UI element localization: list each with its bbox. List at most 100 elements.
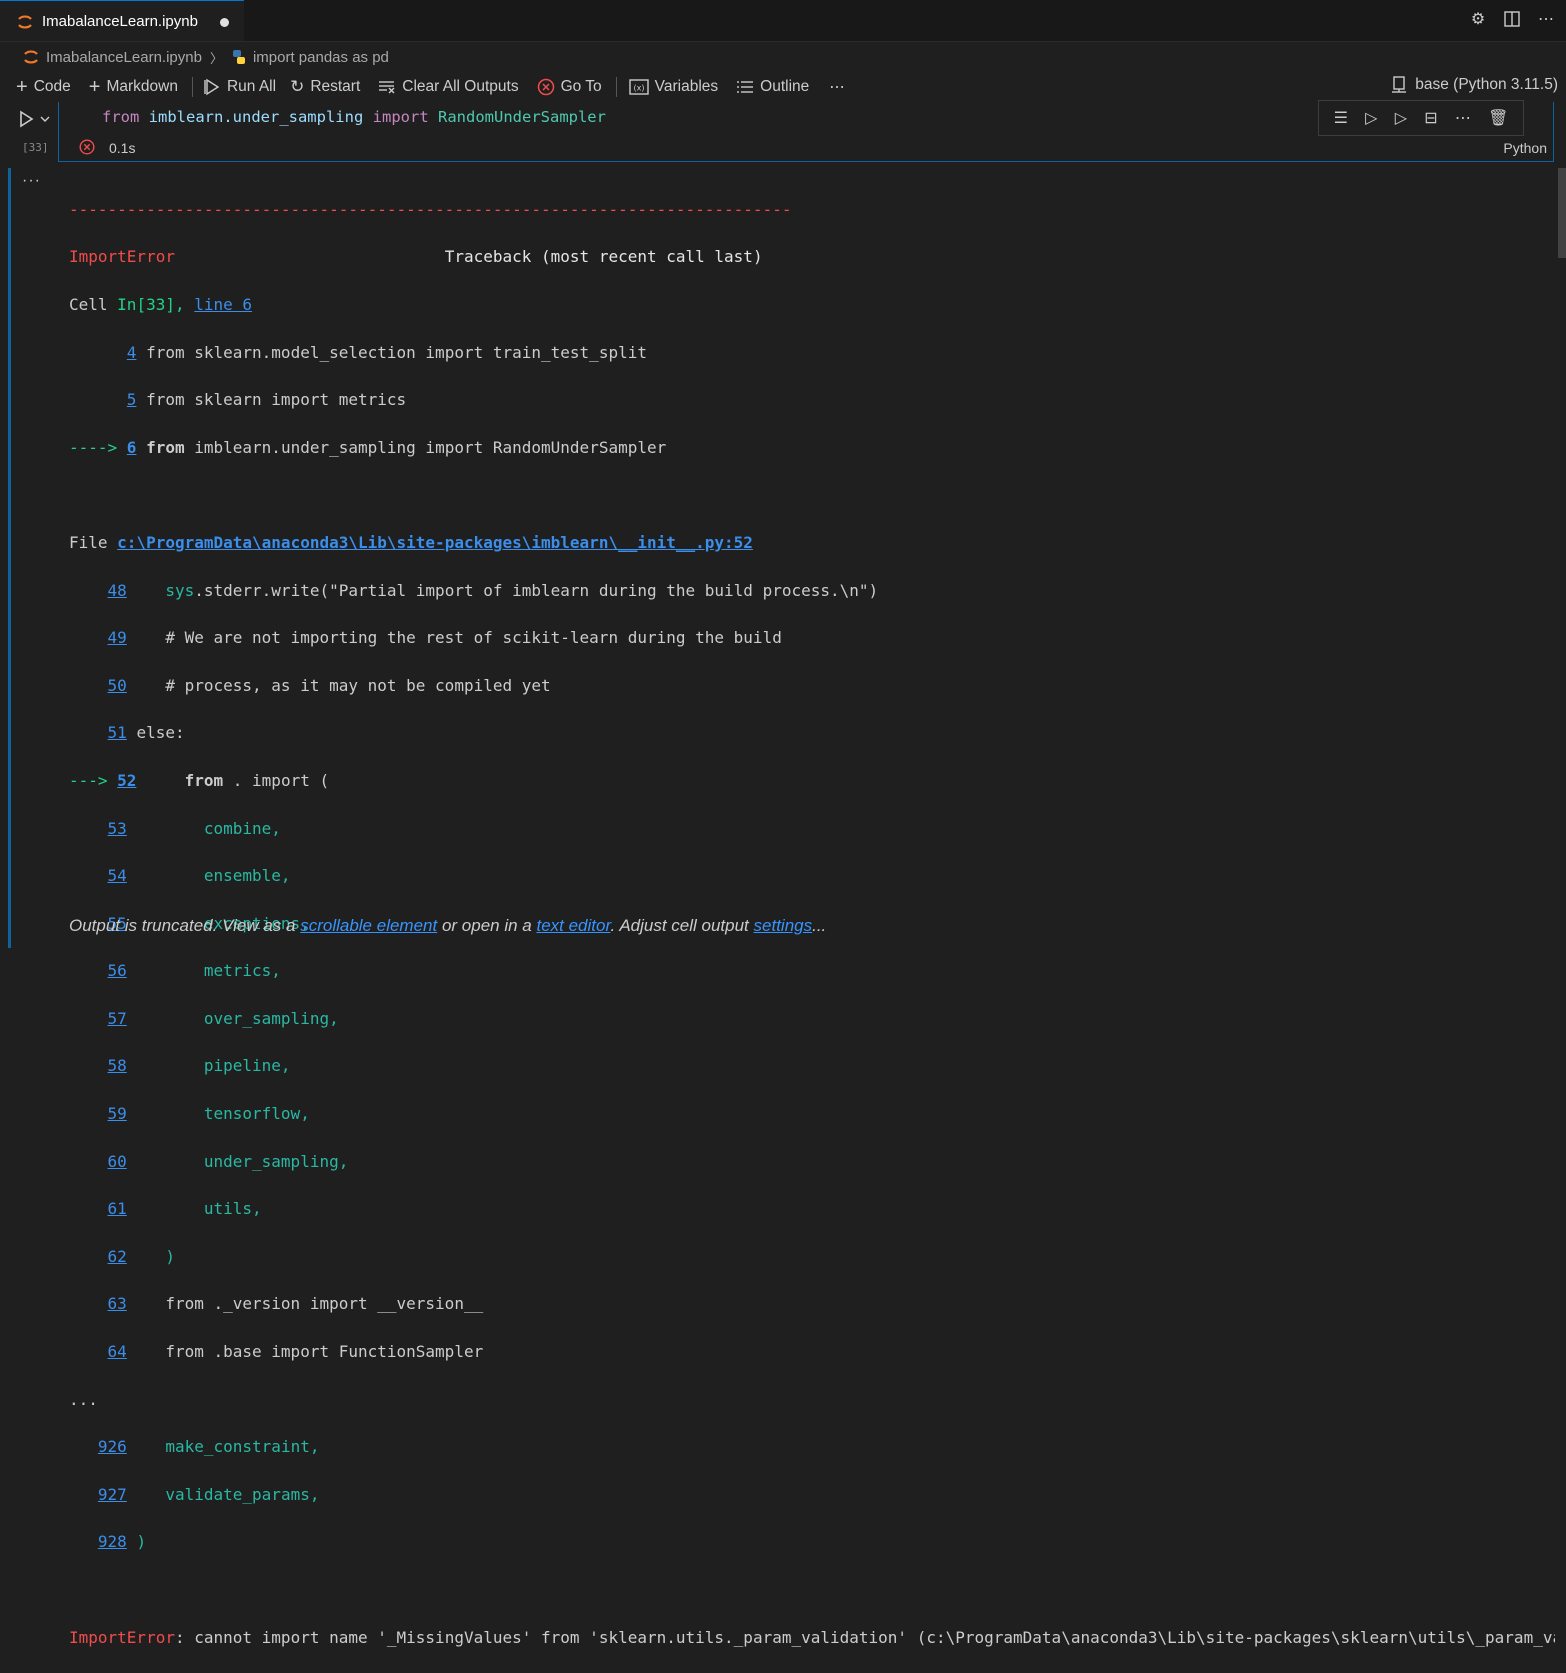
- line-number-link[interactable]: 61: [108, 1199, 127, 1218]
- output-line: 60 under_sampling,: [107, 1151, 349, 1171]
- line-number-link[interactable]: 926: [98, 1437, 127, 1456]
- line-number-link[interactable]: 59: [108, 1104, 127, 1123]
- breadcrumb-file[interactable]: ImabalanceLearn.ipynb: [46, 49, 202, 66]
- editor-tab[interactable]: ImabalanceLearn.ipynb: [0, 0, 244, 41]
- clear-all-icon: [379, 81, 395, 94]
- kernel-label: base (Python 3.11.5): [1415, 76, 1558, 93]
- output-line: 50 # process, as it may not be compiled …: [107, 675, 551, 695]
- output-menu-icon[interactable]: ···: [22, 172, 41, 190]
- code-line[interactable]: from imblearn.under_sampling import Rand…: [102, 108, 606, 126]
- vertical-scrollbar[interactable]: [1558, 168, 1566, 258]
- split-cell-icon[interactable]: ⊟: [1424, 108, 1437, 128]
- line-number-link[interactable]: 56: [108, 961, 127, 980]
- cell-focus-indicator: [8, 168, 11, 948]
- output-truncated-notice: Output is truncated. View as a scrollabl…: [69, 916, 827, 935]
- variables-button[interactable]: (x) Variables: [628, 75, 718, 99]
- line-number-link[interactable]: 62: [108, 1247, 127, 1266]
- execute-above-icon[interactable]: ▷: [1365, 108, 1377, 128]
- cell-language[interactable]: Python: [1503, 140, 1547, 156]
- notebook-toolbar: + Code + Markdown Run All ↻ Restart Clea…: [0, 72, 1566, 102]
- more-actions-icon[interactable]: ⋯: [1536, 10, 1556, 30]
- scrollable-element-link[interactable]: scrollable element: [300, 916, 437, 935]
- output-line: 62 ): [107, 1246, 175, 1266]
- file-path-link[interactable]: c:\ProgramData\anaconda3\Lib\site-packag…: [117, 533, 753, 552]
- error-circle-icon: [537, 78, 554, 96]
- run-all-button[interactable]: Run All: [203, 75, 276, 99]
- line-number-link[interactable]: 53: [108, 819, 127, 838]
- output-line: 54 ensemble,: [107, 866, 291, 886]
- text-editor-link[interactable]: text editor: [536, 916, 610, 935]
- output-line: ImportError Traceback (most recent call …: [69, 247, 763, 267]
- restart-button[interactable]: ↻ Restart: [290, 75, 360, 99]
- line-number-link[interactable]: 49: [108, 628, 127, 647]
- line-number-link[interactable]: 58: [108, 1056, 127, 1075]
- line-number-link[interactable]: 927: [98, 1485, 127, 1504]
- breadcrumb: ImabalanceLearn.ipynb 〉 import pandas as…: [22, 46, 389, 68]
- error-message-line: ImportError: cannot import name '_Missin…: [69, 1627, 1555, 1647]
- clear-all-outputs-button[interactable]: Clear All Outputs: [378, 75, 519, 99]
- toolbar-divider: [191, 77, 193, 97]
- line-number-link[interactable]: 48: [108, 581, 127, 600]
- go-to-button[interactable]: Go To: [537, 75, 602, 99]
- add-code-button[interactable]: + Code: [16, 75, 71, 99]
- output-line: 927 validate_params,: [97, 1484, 320, 1504]
- output-line: ----------------------------------------…: [69, 199, 792, 219]
- line-link[interactable]: line 6: [194, 295, 252, 314]
- output-line: 4 from sklearn.model_selection import tr…: [126, 342, 647, 362]
- output-line: 59 tensorflow,: [107, 1104, 310, 1124]
- gear-icon[interactable]: ⚙: [1468, 10, 1488, 30]
- line-number-link[interactable]: 50: [108, 676, 127, 695]
- play-icon: [20, 110, 50, 128]
- line-number-link[interactable]: 54: [108, 866, 127, 885]
- settings-link[interactable]: settings: [754, 916, 813, 935]
- outline-button[interactable]: Outline: [736, 75, 809, 99]
- output-line: 57 over_sampling,: [107, 1008, 339, 1028]
- line-number-link[interactable]: 51: [108, 723, 127, 742]
- run-by-line-icon[interactable]: ☰: [1334, 108, 1348, 128]
- cell-toolbar: ☰ ▷ ▷ ⊟ ⋯ 🗑: [1318, 100, 1524, 136]
- output-line: 48 sys.stderr.write("Partial import of i…: [107, 580, 879, 600]
- more-toolbar-button[interactable]: ⋯: [829, 75, 845, 99]
- output-line: 63 from ._version import __version__: [107, 1294, 484, 1314]
- line-number-link[interactable]: 6: [127, 438, 137, 457]
- run-all-icon: [204, 78, 220, 96]
- line-number-link[interactable]: 4: [127, 343, 137, 362]
- output-line: ---> 52 from . import (: [69, 770, 330, 790]
- output-line: 64 from .base import FunctionSampler: [107, 1342, 484, 1362]
- tab-filename: ImabalanceLearn.ipynb: [42, 13, 198, 30]
- restart-icon: ↻: [290, 77, 305, 96]
- output-line: 56 metrics,: [107, 961, 281, 981]
- plus-icon: +: [88, 75, 101, 98]
- tab-bar: ImabalanceLearn.ipynb ⚙ ⋯: [0, 0, 1566, 42]
- breadcrumb-symbol[interactable]: import pandas as pd: [253, 49, 389, 66]
- execute-below-icon[interactable]: ▷: [1395, 108, 1407, 128]
- jupyter-icon: [18, 15, 32, 29]
- line-number-link[interactable]: 63: [108, 1294, 127, 1313]
- more-icon[interactable]: ⋯: [1455, 108, 1471, 128]
- output-line: 61 utils,: [107, 1199, 262, 1219]
- kernel-picker[interactable]: base (Python 3.11.5): [1391, 76, 1558, 94]
- output-line: 5 from sklearn import metrics: [126, 390, 407, 410]
- output-line: 51 else:: [107, 723, 185, 743]
- line-number-link[interactable]: 57: [108, 1009, 127, 1028]
- error-status-icon: [79, 139, 95, 155]
- execution-count: [33]: [22, 141, 49, 154]
- jupyter-icon: [24, 50, 38, 64]
- line-number-link[interactable]: 5: [127, 390, 137, 409]
- output-line: 928 ): [97, 1532, 147, 1552]
- run-cell-button[interactable]: [18, 110, 52, 133]
- unsaved-dot-icon[interactable]: [220, 18, 229, 27]
- line-number-link[interactable]: 64: [108, 1342, 127, 1361]
- line-number-link[interactable]: 60: [108, 1152, 127, 1171]
- output-line: 58 pipeline,: [107, 1056, 291, 1076]
- delete-icon[interactable]: 🗑: [1488, 108, 1508, 128]
- toolbar-divider: [615, 77, 617, 97]
- ellipsis-icon: ⋯: [829, 78, 845, 96]
- output-line: 53 combine,: [107, 818, 281, 838]
- output-line: ----> 6 from imblearn.under_sampling imp…: [69, 437, 667, 457]
- split-editor-icon[interactable]: [1502, 10, 1522, 30]
- line-number-link[interactable]: 52: [117, 771, 136, 790]
- execution-time: 0.1s: [109, 140, 136, 156]
- add-markdown-button[interactable]: + Markdown: [89, 75, 178, 99]
- line-number-link[interactable]: 928: [98, 1532, 127, 1551]
